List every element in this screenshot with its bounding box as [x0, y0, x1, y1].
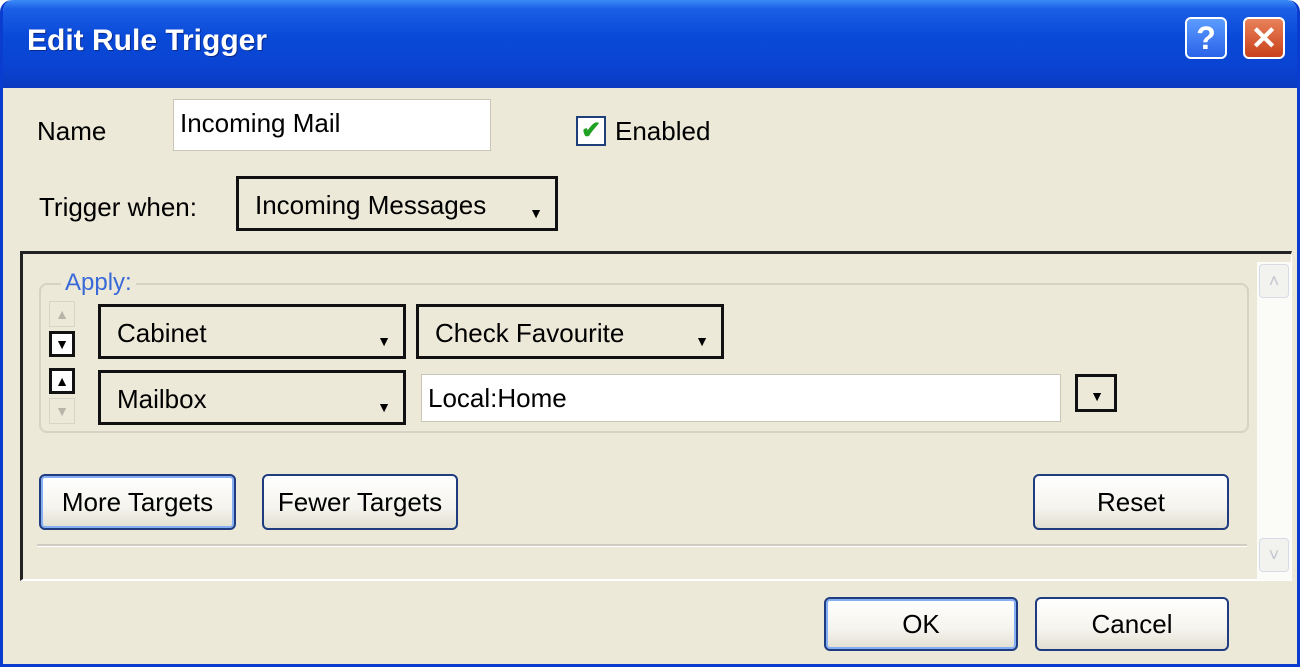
check-icon: ✔: [580, 117, 602, 144]
row2-move-down-button[interactable]: ▼: [49, 398, 75, 424]
arrow-down-icon: ▼: [55, 336, 69, 352]
row1-move-down-button[interactable]: ▼: [49, 331, 75, 357]
chevron-down-icon: ▼: [529, 205, 543, 221]
chevron-down-icon: ▼: [1090, 388, 1104, 404]
row1-type-value: Cabinet: [117, 318, 207, 348]
row1-action-dropdown[interactable]: Check Favourite ▼: [416, 304, 724, 359]
close-button[interactable]: ✕: [1243, 17, 1285, 59]
row1-action-value: Check Favourite: [435, 318, 625, 348]
chevron-down-icon: ▼: [377, 399, 391, 415]
row2-type-value: Mailbox: [117, 384, 207, 414]
row2-target-picker-button[interactable]: ▼: [1075, 374, 1117, 412]
chevron-down-icon: ▼: [695, 333, 709, 349]
chevron-down-icon: ˅: [1268, 544, 1280, 565]
row2-move-up-button[interactable]: ▲: [49, 368, 75, 394]
chevron-up-icon: ˄: [1268, 270, 1280, 291]
row2-type-dropdown[interactable]: Mailbox ▼: [98, 370, 406, 425]
trigger-when-dropdown[interactable]: Incoming Messages ▼: [236, 176, 558, 231]
trigger-when-value: Incoming Messages: [255, 190, 487, 220]
chevron-down-icon: ▼: [377, 333, 391, 349]
title-bar[interactable]: Edit Rule Trigger ? ✕: [3, 0, 1297, 88]
help-icon: ?: [1196, 19, 1216, 56]
reset-button[interactable]: Reset: [1033, 474, 1229, 530]
apply-legend: Apply:: [61, 269, 136, 297]
name-label: Name: [37, 116, 107, 146]
more-targets-button[interactable]: More Targets: [39, 474, 236, 530]
name-input[interactable]: Incoming Mail: [173, 99, 491, 151]
scroll-up-button[interactable]: ˄: [1259, 264, 1289, 298]
row1-move-up-button[interactable]: ▲: [49, 301, 75, 327]
scroll-down-button[interactable]: ˅: [1259, 538, 1289, 572]
arrow-up-icon: ▲: [55, 306, 69, 322]
dialog-title: Edit Rule Trigger: [27, 24, 268, 57]
ok-button[interactable]: OK: [824, 597, 1018, 651]
edit-rule-trigger-dialog: Edit Rule Trigger ? ✕ Name Incoming Mail…: [0, 0, 1300, 667]
cancel-button[interactable]: Cancel: [1035, 597, 1229, 651]
row2-target-input[interactable]: Local:Home: [421, 374, 1061, 422]
fewer-targets-button[interactable]: Fewer Targets: [262, 474, 458, 530]
close-icon: ✕: [1250, 20, 1278, 56]
row1-type-dropdown[interactable]: Cabinet ▼: [98, 304, 406, 359]
arrow-up-icon: ▲: [55, 373, 69, 389]
arrow-down-icon: ▼: [55, 403, 69, 419]
panel-scrollbar[interactable]: ˄ ˅: [1257, 262, 1291, 580]
trigger-when-label: Trigger when:: [39, 192, 197, 222]
help-button[interactable]: ?: [1185, 17, 1227, 59]
panel-separator: [37, 544, 1247, 547]
enabled-checkbox[interactable]: ✔: [576, 116, 606, 146]
enabled-label: Enabled: [615, 116, 711, 146]
